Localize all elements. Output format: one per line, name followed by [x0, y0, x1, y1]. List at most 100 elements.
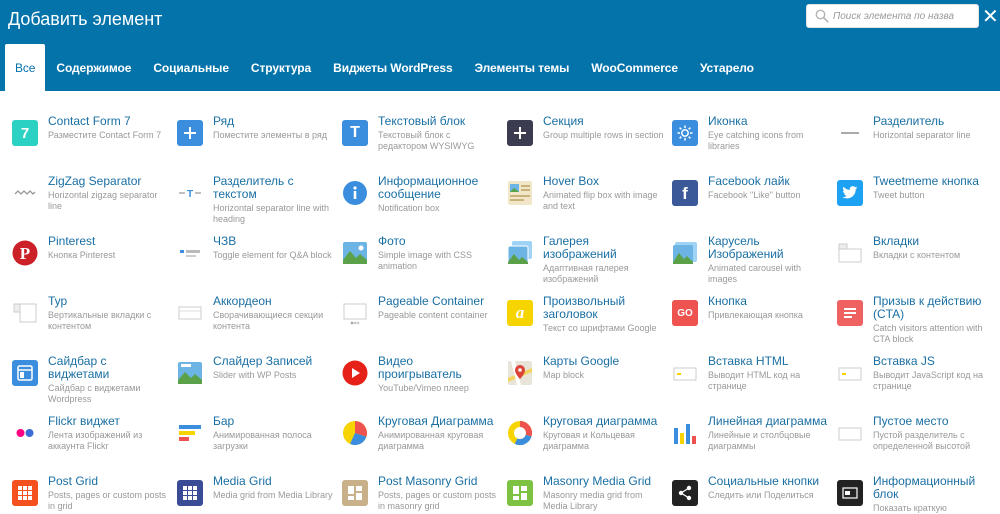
element-card[interactable]: Post Masonry Grid Posts, pages or custom …	[342, 473, 507, 514]
element-card[interactable]: Пустое место Пустой разделитель с определ…	[837, 413, 996, 473]
element-card[interactable]: Media Grid Media grid from Media Library	[177, 473, 342, 514]
element-card[interactable]: Карусель Изображений Animated carousel wi…	[672, 233, 837, 293]
element-name: Фото	[378, 234, 406, 248]
element-card[interactable]: Иконка Eye catching icons from libraries	[672, 113, 837, 173]
element-card[interactable]: 7 Contact Form 7 Разместите Contact Form 7	[12, 113, 177, 173]
tabs-icon	[837, 240, 863, 266]
flickr-icon	[12, 420, 38, 446]
element-card[interactable]: GO Кнопка Привлекающая кнопка	[672, 293, 837, 353]
element-card[interactable]: a Произвольный заголовок Текст со шрифтами…	[507, 293, 672, 353]
element-text: Media Grid Media grid from Media Library	[213, 475, 342, 501]
tab-structure[interactable]: Структура	[240, 44, 322, 91]
element-text: Tweetmeme кнопка Tweet button	[873, 175, 996, 201]
element-card[interactable]: Post Grid Posts, pages or custom posts in…	[12, 473, 177, 514]
element-card[interactable]: ZigZag Separator Horizontal zigzag separa…	[12, 173, 177, 233]
search-box[interactable]	[806, 4, 979, 28]
close-icon[interactable]: ✕	[982, 7, 999, 27]
element-card[interactable]: Секция Group multiple rows in section	[507, 113, 672, 173]
element-card[interactable]: Карты Google Map block	[507, 353, 672, 413]
button-go-icon: GO	[672, 300, 698, 326]
tab-woocommerce[interactable]: WooCommerce	[580, 44, 689, 91]
element-card[interactable]: T Текстовый блок Текстовый блок с редактор…	[342, 113, 507, 173]
element-description: Animated carousel with images	[708, 263, 802, 284]
element-card[interactable]: Фото Simple image with CSS animation	[342, 233, 507, 293]
element-description: Выводит HTML код на странице	[708, 370, 801, 391]
element-card[interactable]: Социальные кнопки Следить или Поделиться	[672, 473, 837, 514]
element-card[interactable]: Круговая диаграмма Круговая и Кольцевая д…	[507, 413, 672, 473]
faq-toggle-icon	[177, 240, 203, 266]
tab-all[interactable]: Все	[5, 44, 46, 91]
element-card[interactable]: Тур Вертикальные вкладки с контентом	[12, 293, 177, 353]
element-card[interactable]: Hover Box Animated flip box with image an…	[507, 173, 672, 233]
element-text: Видео проигрыватель YouTube/Vimeo плеер	[378, 355, 507, 394]
element-name: Слайдер Записей	[213, 354, 313, 368]
element-text: Слайдер Записей Slider with WP Posts	[213, 355, 342, 381]
zigzag-icon	[12, 180, 38, 206]
search-input[interactable]	[833, 7, 976, 25]
pinterest-icon: P	[12, 240, 38, 266]
pageable-icon	[342, 300, 368, 326]
google-maps-icon	[507, 360, 533, 386]
element-card[interactable]: Вставка JS Выводит JavaScript код на стра…	[837, 353, 996, 413]
element-card[interactable]: Вставка HTML Выводит HTML код на странице	[672, 353, 837, 413]
element-card[interactable]: Информационное сообщение Notification box	[342, 173, 507, 233]
element-card[interactable]: Круговая Диаграмма Анимированная круговая…	[342, 413, 507, 473]
element-card[interactable]: Линейная диаграмма Линейные и столбцовые …	[672, 413, 837, 473]
element-name: Flickr виджет	[48, 414, 120, 428]
tab-wordpress-widgets[interactable]: Виджеты WordPress	[322, 44, 463, 91]
element-text: Flickr виджет Лента изображений из аккаун…	[48, 415, 177, 452]
tab-deprecated[interactable]: Устарело	[689, 44, 765, 91]
element-card[interactable]: Разделитель Horizontal separator line	[837, 113, 996, 173]
tab-social[interactable]: Социальные	[142, 44, 240, 91]
element-card[interactable]: Видео проигрыватель YouTube/Vimeo плеер	[342, 353, 507, 413]
element-card[interactable]: T Разделитель с текстом Horizontal separat…	[177, 173, 342, 233]
element-description: Horizontal separator line with heading	[213, 203, 330, 224]
element-card[interactable]: Бар Анимированная полоса загрузки	[177, 413, 342, 473]
element-card[interactable]: Слайдер Записей Slider with WP Posts	[177, 353, 342, 413]
element-card[interactable]: Сайдбар с виджетами Сайдбар с виджетами W…	[12, 353, 177, 413]
element-name: Карты Google	[543, 354, 620, 368]
element-description: Media grid from Media Library	[213, 490, 333, 500]
element-text: Секция Group multiple rows in section	[543, 115, 672, 141]
hover-box-icon	[507, 180, 533, 206]
element-card[interactable]: Призыв к действию (CTA) Catch visitors at…	[837, 293, 996, 353]
raw-html-icon	[672, 360, 698, 386]
sun-icon	[672, 120, 698, 146]
element-card[interactable]: Галерея изображений Адаптивная галерея из…	[507, 233, 672, 293]
element-card[interactable]: Flickr виджет Лента изображений из аккаун…	[12, 413, 177, 473]
element-card[interactable]: P Pinterest Кнопка Pinterest	[12, 233, 177, 293]
facebook-icon: f	[672, 180, 698, 206]
element-card[interactable]: f Facebook лайк Facebook "Like" button	[672, 173, 837, 233]
element-description: Toggle element for Q&A block	[213, 250, 332, 260]
separator-icon	[837, 120, 863, 146]
tour-icon	[12, 300, 38, 326]
element-card[interactable]: Masonry Media Grid Masonry media grid fro…	[507, 473, 672, 514]
media-grid-icon	[177, 480, 203, 506]
element-text: Произвольный заголовок Текст со шрифтами …	[543, 295, 672, 334]
donut-chart-icon	[507, 420, 533, 446]
element-name: Contact Form 7	[48, 114, 131, 128]
element-name: Линейная диаграмма	[708, 414, 827, 428]
image-icon	[342, 240, 368, 266]
element-text: Круговая диаграмма Круговая и Кольцевая д…	[543, 415, 672, 452]
element-card[interactable]: Ряд Поместите элементы в ряд	[177, 113, 342, 173]
element-name: Видео проигрыватель	[378, 354, 462, 381]
element-text: Hover Box Animated flip box with image an…	[543, 175, 672, 212]
line-chart-icon	[672, 420, 698, 446]
element-name: Бар	[213, 414, 235, 428]
element-card[interactable]: ЧЗВ Toggle element for Q&A block	[177, 233, 342, 293]
element-text: Вставка HTML Выводит HTML код на странице	[708, 355, 837, 392]
element-card[interactable]: Аккордеон Сворачивающиеся секции контента	[177, 293, 342, 353]
element-description: Tweet button	[873, 190, 925, 200]
element-text: Линейная диаграмма Линейные и столбцовые …	[708, 415, 837, 452]
tab-theme-elements[interactable]: Элементы темы	[464, 44, 581, 91]
element-card[interactable]: Pageable Container Pageable content conta…	[342, 293, 507, 353]
element-name: Вставка HTML	[708, 354, 789, 368]
element-card[interactable]: Вкладки Вкладки с контентом	[837, 233, 996, 293]
element-name: Карусель Изображений	[708, 234, 784, 261]
element-card[interactable]: Tweetmeme кнопка Tweet button	[837, 173, 996, 233]
tab-content[interactable]: Содержимое	[45, 44, 142, 91]
element-description: Posts, pages or custom posts in grid	[48, 490, 167, 511]
element-text: Социальные кнопки Следить или Поделиться	[708, 475, 837, 501]
element-card[interactable]: Информационный блок Показать краткую	[837, 473, 996, 514]
